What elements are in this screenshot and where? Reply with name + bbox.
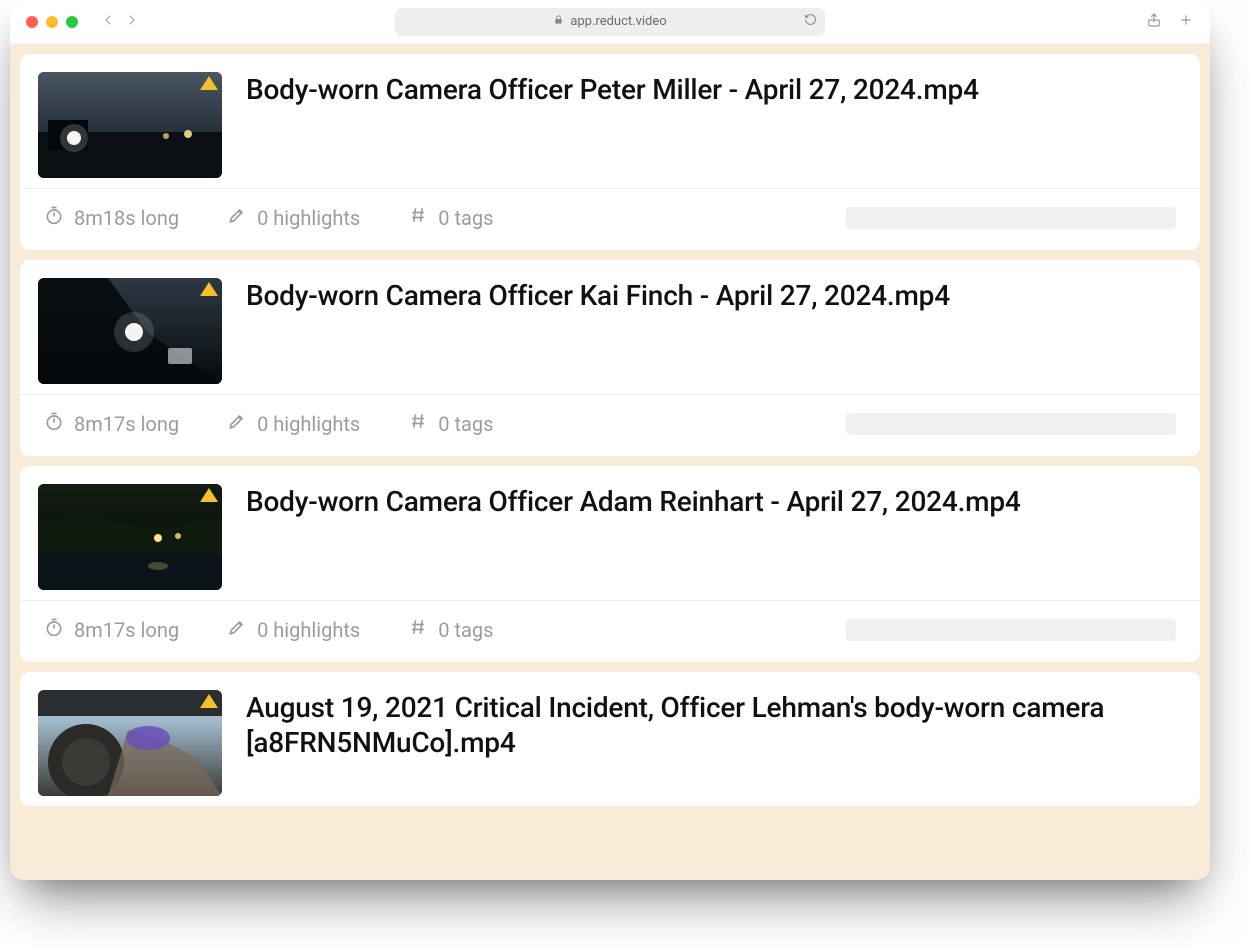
video-title: Body-worn Camera Officer Adam Reinhart -… bbox=[246, 484, 1021, 519]
share-icon[interactable] bbox=[1146, 12, 1162, 32]
lock-icon bbox=[553, 14, 564, 29]
forward-button[interactable] bbox=[124, 12, 140, 32]
nav-arrows bbox=[100, 12, 140, 32]
minimize-window-button[interactable] bbox=[46, 16, 58, 28]
progress-bar bbox=[846, 619, 1176, 641]
address-bar[interactable]: app.reduct.video bbox=[395, 8, 825, 36]
duration-meta: 8m17s long bbox=[44, 411, 179, 436]
video-thumbnail[interactable] bbox=[38, 690, 222, 796]
video-meta-row: 8m18s long 0 highlights 0 tags bbox=[20, 188, 1200, 250]
tags-meta: 0 tags bbox=[408, 617, 493, 642]
stopwatch-icon bbox=[44, 205, 64, 230]
highlights-meta: 0 highlights bbox=[227, 617, 360, 642]
video-list: Body-worn Camera Officer Peter Miller - … bbox=[10, 44, 1210, 880]
highlighter-icon bbox=[227, 411, 247, 436]
maximize-window-button[interactable] bbox=[66, 16, 78, 28]
warning-badge-icon bbox=[200, 694, 218, 708]
hash-icon bbox=[408, 411, 428, 436]
warning-badge-icon bbox=[200, 282, 218, 296]
browser-window: app.reduct.video bbox=[10, 0, 1210, 880]
video-card[interactable]: August 19, 2021 Critical Incident, Offic… bbox=[20, 672, 1200, 806]
url-text: app.reduct.video bbox=[570, 14, 666, 29]
tags-meta: 0 tags bbox=[408, 205, 493, 230]
new-tab-icon[interactable] bbox=[1178, 12, 1194, 32]
video-card[interactable]: Body-worn Camera Officer Peter Miller - … bbox=[20, 54, 1200, 250]
highlighter-icon bbox=[227, 205, 247, 230]
toolbar-right bbox=[1146, 12, 1194, 32]
stopwatch-icon bbox=[44, 617, 64, 642]
warning-badge-icon bbox=[200, 488, 218, 502]
video-title: August 19, 2021 Critical Incident, Offic… bbox=[246, 690, 1182, 760]
video-card[interactable]: Body-worn Camera Officer Adam Reinhart -… bbox=[20, 466, 1200, 662]
refresh-button[interactable] bbox=[804, 13, 817, 30]
hash-icon bbox=[408, 205, 428, 230]
hash-icon bbox=[408, 617, 428, 642]
video-meta-row: 8m17s long 0 highlights 0 tags bbox=[20, 600, 1200, 662]
video-thumbnail[interactable] bbox=[38, 72, 222, 178]
back-button[interactable] bbox=[100, 12, 116, 32]
close-window-button[interactable] bbox=[26, 16, 38, 28]
stopwatch-icon bbox=[44, 411, 64, 436]
progress-bar bbox=[846, 413, 1176, 435]
highlights-meta: 0 highlights bbox=[227, 205, 360, 230]
warning-badge-icon bbox=[200, 76, 218, 90]
video-card[interactable]: Body-worn Camera Officer Kai Finch - Apr… bbox=[20, 260, 1200, 456]
highlights-meta: 0 highlights bbox=[227, 411, 360, 436]
video-title: Body-worn Camera Officer Peter Miller - … bbox=[246, 72, 979, 107]
window-controls bbox=[26, 16, 78, 28]
tags-meta: 0 tags bbox=[408, 411, 493, 436]
video-thumbnail[interactable] bbox=[38, 278, 222, 384]
duration-meta: 8m17s long bbox=[44, 617, 179, 642]
duration-meta: 8m18s long bbox=[44, 205, 179, 230]
video-thumbnail[interactable] bbox=[38, 484, 222, 590]
video-title: Body-worn Camera Officer Kai Finch - Apr… bbox=[246, 278, 950, 313]
titlebar: app.reduct.video bbox=[10, 0, 1210, 44]
video-meta-row: 8m17s long 0 highlights 0 tags bbox=[20, 394, 1200, 456]
highlighter-icon bbox=[227, 617, 247, 642]
progress-bar bbox=[846, 207, 1176, 229]
